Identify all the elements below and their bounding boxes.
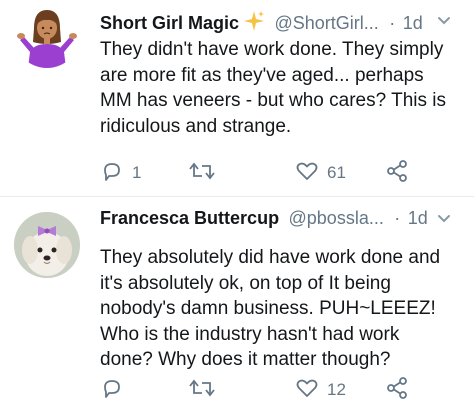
avatar[interactable] — [14, 2, 80, 68]
heart-icon — [295, 376, 319, 405]
reply-button[interactable] — [100, 377, 132, 403]
sparkles-icon — [243, 10, 265, 37]
retweet-button[interactable] — [188, 160, 224, 186]
person-shrugging-emoji-icon — [14, 2, 80, 68]
user-handle[interactable]: @ShortGirl... — [274, 13, 378, 33]
share-icon — [385, 159, 409, 188]
tweet-text: They didn't have work done. They simply … — [100, 39, 447, 137]
reply-icon — [100, 159, 124, 188]
retweet-button[interactable] — [188, 377, 224, 403]
tweet-header: Francesca Buttercup @pbossla... · 1d — [100, 208, 466, 234]
share-button[interactable] — [385, 159, 409, 188]
like-count: 12 — [327, 380, 346, 399]
retweet-icon — [188, 376, 216, 405]
chevron-down-icon[interactable] — [436, 210, 452, 231]
timestamp[interactable]: 1d — [408, 208, 428, 228]
tweet[interactable]: Francesca Buttercup @pbossla... · 1d The… — [0, 197, 474, 402]
heart-icon — [295, 159, 319, 188]
tweet-header: Short Girl Magic @ShortGirl... · 1d — [100, 10, 466, 36]
display-name[interactable]: Francesca Buttercup — [100, 208, 279, 228]
like-button[interactable]: 61 — [295, 160, 346, 186]
reply-button[interactable]: 1 — [100, 160, 141, 186]
separator-dot: · — [389, 13, 396, 33]
tweet-actions: 1 61 — [100, 159, 430, 188]
white-dog-with-bow-photo-icon — [14, 212, 80, 278]
avatar[interactable] — [14, 212, 80, 278]
retweet-icon — [188, 159, 216, 188]
separator-dot: · — [394, 208, 401, 228]
display-name[interactable]: Short Girl Magic — [100, 13, 239, 33]
tweet[interactable]: Short Girl Magic @ShortGirl... · 1d They… — [0, 0, 474, 197]
timestamp[interactable]: 1d — [403, 13, 423, 33]
share-icon — [385, 376, 409, 405]
like-button[interactable]: 12 — [295, 377, 346, 403]
chevron-down-icon[interactable] — [436, 12, 452, 33]
like-count: 61 — [327, 163, 346, 182]
user-handle[interactable]: @pbossla... — [289, 208, 384, 228]
tweet-actions: 12 — [100, 376, 430, 405]
share-button[interactable] — [385, 376, 409, 405]
tweet-text: They absolutely did have work done and i… — [100, 247, 441, 370]
reply-icon — [100, 376, 124, 405]
reply-count: 1 — [132, 163, 142, 182]
